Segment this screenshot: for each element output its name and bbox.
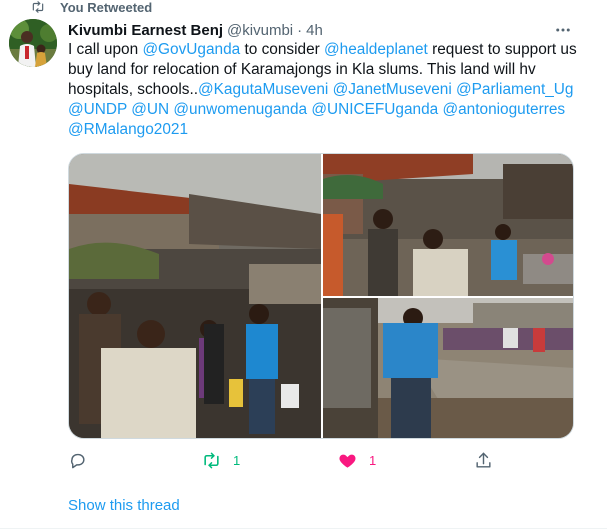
- avatar[interactable]: [9, 19, 57, 67]
- reply-button[interactable]: [68, 448, 99, 472]
- author-handle[interactable]: @kivumbi: [227, 22, 293, 39]
- share-icon: [476, 452, 491, 468]
- separator-dot: ·: [297, 21, 303, 39]
- share-button[interactable]: [474, 448, 493, 472]
- retweet-count: 1: [233, 452, 241, 468]
- retweet-icon: [204, 452, 219, 468]
- tweet-text-segment: to consider: [240, 41, 325, 58]
- photo-slum-gathering[interactable]: [69, 154, 321, 438]
- like-button[interactable]: 1: [338, 448, 376, 472]
- mention-link[interactable]: @antonioguterres: [443, 101, 566, 118]
- mention-link[interactable]: @healdeplanet: [324, 41, 428, 58]
- mention-link[interactable]: @UNDP: [68, 101, 127, 118]
- retweet-button[interactable]: 1: [202, 448, 240, 472]
- mention-link[interactable]: @RMalango2021: [68, 121, 188, 138]
- retweet-icon: [32, 1, 44, 13]
- retweet-banner-label: You Retweeted: [60, 0, 153, 15]
- author-name[interactable]: Kivumbi Earnest Benj: [68, 22, 223, 39]
- like-count: 1: [369, 452, 377, 468]
- mention-link[interactable]: @JanetMuseveni: [333, 81, 452, 98]
- more-icon: [556, 28, 570, 32]
- show-thread-link[interactable]: Show this thread: [68, 497, 180, 514]
- mention-link[interactable]: @Parliament_Ug: [456, 81, 573, 98]
- mention-link[interactable]: @GovUganda: [142, 41, 240, 58]
- tweet-actions: 1 1: [68, 448, 508, 472]
- tweet-text-segment: I call upon: [68, 41, 143, 58]
- mention-link[interactable]: @KagutaMuseveni: [198, 81, 328, 98]
- heart-filled-icon: [339, 454, 356, 468]
- mention-link[interactable]: @UNICEFUganda: [311, 101, 438, 118]
- media-grid: [68, 153, 574, 439]
- mention-link[interactable]: @UN: [131, 101, 169, 118]
- photo-residents-alley[interactable]: [323, 154, 573, 296]
- photo-drainage-channel[interactable]: [323, 298, 573, 438]
- reply-icon: [71, 453, 85, 468]
- tweet-text: I call upon @GovUganda to consider @heal…: [68, 40, 578, 140]
- more-options-button[interactable]: [553, 20, 573, 40]
- retweet-banner[interactable]: You Retweeted: [30, 0, 153, 15]
- tweet-timestamp[interactable]: 4h: [306, 22, 323, 39]
- tweet-header: Kivumbi Earnest Benj @kivumbi · 4h: [68, 20, 567, 40]
- mention-link[interactable]: @unwomenuganda: [173, 101, 307, 118]
